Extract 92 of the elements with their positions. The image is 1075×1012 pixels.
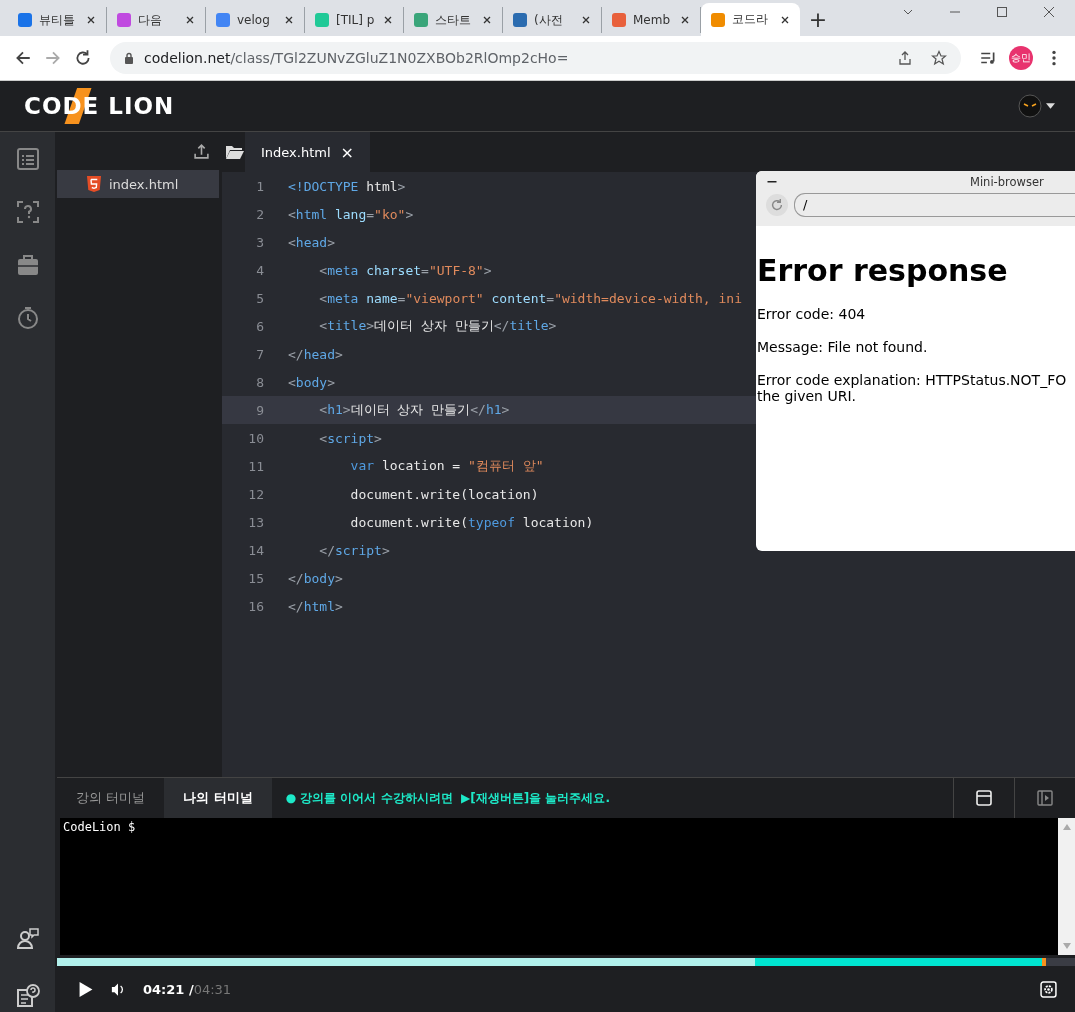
line-number: 4	[255, 262, 264, 278]
line-number: 1	[255, 178, 264, 194]
code-text: <script>	[318, 430, 382, 446]
code-text: <title>데이터 상자 만들기</title>	[318, 317, 557, 335]
folder-icon[interactable]	[225, 144, 245, 160]
star-icon[interactable]	[931, 50, 947, 66]
line-number: 15	[247, 570, 264, 586]
line-number: 7	[255, 346, 264, 362]
code-text: </head>	[288, 346, 343, 362]
browser-tab[interactable]: velog	[206, 7, 305, 33]
editor-tab[interactable]: Index.html ×	[245, 132, 370, 172]
play-icon[interactable]	[79, 981, 93, 997]
browser-tab[interactable]: 뷰티틀	[8, 7, 107, 33]
help-board-icon[interactable]	[15, 984, 40, 1008]
line-number: 16	[247, 598, 264, 614]
new-tab-button[interactable]: +	[800, 4, 836, 34]
line-number: 12	[247, 486, 264, 502]
line-number: 3	[255, 234, 264, 250]
close-icon[interactable]	[86, 15, 96, 25]
close-icon[interactable]	[581, 15, 591, 25]
browser-tab[interactable]: (사전	[503, 7, 602, 33]
line-number: 11	[247, 458, 264, 474]
notice-text: ● 강의를 이어서 수강하시려면 ▶[재생버튼]을 눌러주세요.	[285, 789, 610, 807]
playlist-icon[interactable]	[979, 49, 997, 67]
upload-icon[interactable]	[193, 142, 210, 160]
code-text: document.write(location)	[349, 486, 539, 502]
close-icon[interactable]: ×	[340, 142, 354, 162]
file-item[interactable]: index.html	[57, 170, 219, 198]
close-icon[interactable]	[284, 15, 294, 25]
line-number: 10	[247, 430, 264, 446]
code-text: document.write(typeof location)	[349, 514, 594, 530]
close-icon[interactable]	[1043, 6, 1055, 18]
code-text: var location = "컴퓨터 앞"	[349, 457, 544, 475]
terminal[interactable]: CodeLion $	[60, 818, 1075, 955]
line-number: 5	[255, 290, 264, 306]
code-text: </script>	[318, 542, 390, 558]
line-number: 2	[255, 206, 264, 222]
code-text: <head>	[288, 234, 335, 250]
panel-icon[interactable]	[976, 790, 992, 806]
line-number: 6	[255, 318, 264, 334]
browser-tab[interactable]: 스타트	[404, 7, 503, 33]
share-icon[interactable]	[897, 50, 913, 66]
profile-avatar[interactable]: 승민	[1009, 46, 1033, 70]
code-text: </body>	[288, 570, 343, 586]
error-heading: Error response	[757, 253, 1009, 288]
lock-icon	[124, 52, 134, 64]
code-text: <!DOCTYPE html>	[288, 178, 406, 194]
browser-tab[interactable]: 코드라	[701, 3, 800, 36]
code-text: <body>	[288, 374, 335, 390]
browser-tab[interactable]: Memb	[602, 7, 701, 33]
question-icon[interactable]	[15, 200, 40, 224]
code-text: </html>	[288, 598, 343, 614]
maximize-icon[interactable]	[996, 6, 1008, 18]
code-text: <h1>데이터 상자 만들기</h1>	[318, 401, 510, 419]
time-display: 04:21 /04:31	[143, 981, 232, 997]
volume-icon[interactable]	[111, 981, 125, 997]
code-text: <html lang="ko">	[288, 206, 414, 222]
minimize-icon[interactable]	[766, 180, 778, 184]
line-number: 13	[247, 514, 264, 530]
terminal-prompt: CodeLion $	[63, 820, 136, 834]
close-icon[interactable]	[482, 15, 492, 25]
html5-icon	[87, 176, 101, 192]
sidebar-play-icon[interactable]	[1037, 790, 1053, 806]
line-number: 9	[255, 402, 264, 418]
code-text: <meta name="viewport" content="width=device-width, ini	[318, 290, 742, 306]
code-text: <meta charset="UTF-8">	[318, 262, 492, 278]
avatar-icon[interactable]	[1018, 94, 1042, 118]
close-icon[interactable]	[383, 15, 393, 25]
error-text: Error code: 404	[757, 306, 867, 322]
playhead[interactable]	[1042, 958, 1047, 966]
list-icon[interactable]	[15, 147, 40, 171]
close-icon[interactable]	[185, 15, 195, 25]
browser-tab[interactable]: 다음	[107, 7, 206, 33]
terminal-tab[interactable]: 나의 터미널	[164, 778, 272, 818]
window-title: Mini-browser	[970, 175, 1044, 189]
briefcase-icon[interactable]	[15, 253, 40, 277]
line-number: 8	[255, 374, 264, 390]
terminal-tab[interactable]: 강의 터미널	[57, 778, 165, 818]
line-number: 14	[247, 542, 264, 558]
error-text: Message: File not found.	[757, 339, 929, 355]
caret-icon[interactable]	[1046, 103, 1055, 109]
address-bar[interactable]: codelion.net/class/TGl2ZUNvZGluZ1N0ZXBOb2RlOmp2cHo=	[110, 42, 961, 74]
reload-icon[interactable]	[74, 49, 92, 67]
error-text: Error code explanation: HTTPStatus.NOT_FO the given URI.	[757, 372, 1068, 404]
chat-person-icon[interactable]	[15, 927, 40, 951]
browser-tab[interactable]: [TIL] p	[305, 7, 404, 33]
url-field[interactable]: /	[794, 193, 1075, 217]
settings-icon[interactable]	[1040, 980, 1057, 998]
timer-icon[interactable]	[15, 306, 40, 330]
close-icon[interactable]	[780, 14, 790, 25]
back-icon[interactable]	[14, 49, 32, 67]
close-icon[interactable]	[680, 15, 690, 25]
